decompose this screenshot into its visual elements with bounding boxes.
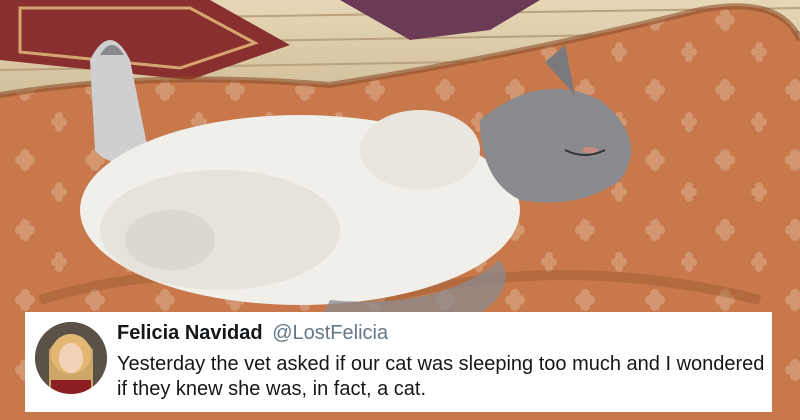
display-name[interactable]: Felicia Navidad [117,322,263,344]
tweet-card[interactable]: Felicia Navidad @LostFelicia Yesterday t… [25,312,772,412]
tweet-text: Yesterday the vet asked if our cat was s… [117,353,765,400]
avatar[interactable] [35,322,107,394]
user-handle[interactable]: @LostFelicia [272,322,388,344]
tweet-header: Felicia Navidad @LostFelicia [117,322,388,345]
